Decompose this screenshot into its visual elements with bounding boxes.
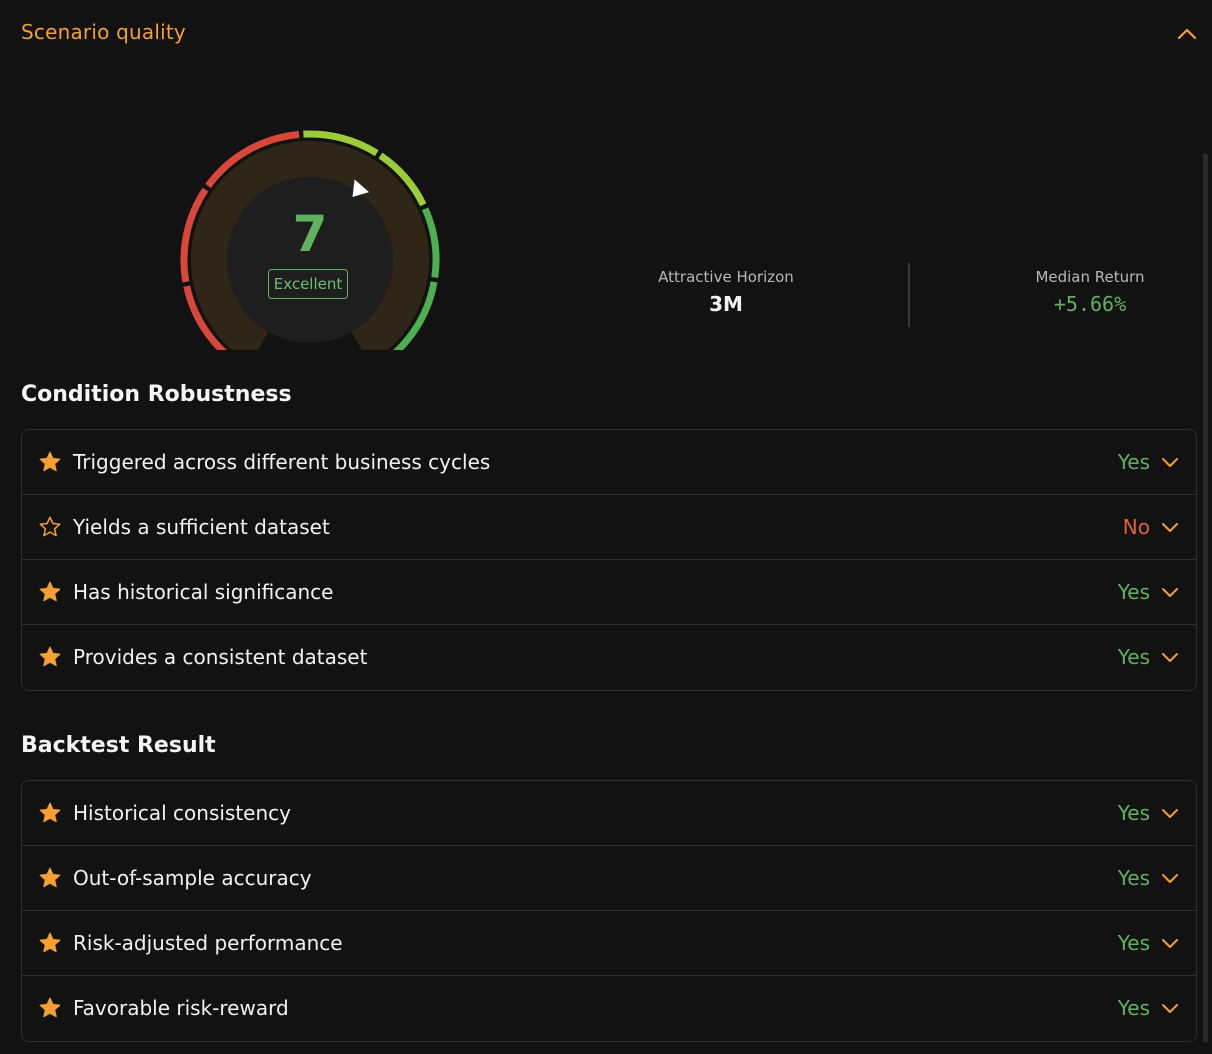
item-answer: Yes xyxy=(1117,931,1150,955)
stat-label: Median Return xyxy=(1035,268,1145,286)
section-title: Scenario quality xyxy=(21,20,186,44)
star-filled-icon xyxy=(38,996,62,1020)
chevron-down-icon[interactable] xyxy=(1160,803,1180,823)
star-filled-icon xyxy=(38,580,62,604)
item-label: Historical consistency xyxy=(73,801,291,825)
item-answer: No xyxy=(1122,515,1150,539)
divider xyxy=(908,263,910,327)
condition-robustness-title: Condition Robustness xyxy=(21,382,292,407)
chevron-up-icon xyxy=(1177,28,1197,40)
list-item[interactable]: Triggered across different business cycl… xyxy=(22,430,1196,495)
item-answer: Yes xyxy=(1117,801,1150,825)
stat-attractive-horizon: Attractive Horizon 3M xyxy=(626,268,826,316)
item-answer: Yes xyxy=(1117,580,1150,604)
gauge-score: 7 xyxy=(292,205,328,263)
star-outline-icon xyxy=(38,515,62,539)
section-header: Scenario quality xyxy=(0,0,1212,68)
item-label: Triggered across different business cycl… xyxy=(73,450,491,474)
chevron-down-icon[interactable] xyxy=(1160,517,1180,537)
scrollbar[interactable] xyxy=(1203,153,1208,1043)
stat-value: +5.66% xyxy=(1053,292,1127,316)
item-answer: Yes xyxy=(1117,450,1150,474)
backtest-result-list: Historical consistency Yes Out-of-sample a… xyxy=(21,780,1197,1042)
item-label: Provides a consistent dataset xyxy=(73,645,368,669)
chevron-down-icon[interactable] xyxy=(1160,868,1180,888)
item-label: Risk-adjusted performance xyxy=(73,931,343,955)
star-filled-icon xyxy=(38,931,62,955)
quality-gauge: 7 Excellent xyxy=(160,110,460,373)
item-answer: Yes xyxy=(1117,645,1150,669)
chevron-down-icon[interactable] xyxy=(1160,647,1180,667)
collapse-button[interactable] xyxy=(1172,22,1202,46)
list-item[interactable]: Historical consistency Yes xyxy=(22,781,1196,846)
list-item[interactable]: Risk-adjusted performance Yes xyxy=(22,911,1196,976)
item-label: Has historical significance xyxy=(73,580,334,604)
star-filled-icon xyxy=(38,645,62,669)
rating-badge: Excellent xyxy=(268,269,348,299)
star-filled-icon xyxy=(38,450,62,474)
list-item[interactable]: Has historical significance Yes xyxy=(22,560,1196,625)
list-item[interactable]: Favorable risk-reward Yes xyxy=(22,976,1196,1041)
list-item[interactable]: Out-of-sample accuracy Yes xyxy=(22,846,1196,911)
star-filled-icon xyxy=(38,801,62,825)
item-answer: Yes xyxy=(1117,996,1150,1020)
backtest-result-title: Backtest Result xyxy=(21,733,216,758)
list-item[interactable]: Yields a sufficient dataset No xyxy=(22,495,1196,560)
item-answer: Yes xyxy=(1117,866,1150,890)
chevron-down-icon[interactable] xyxy=(1160,998,1180,1018)
item-label: Out-of-sample accuracy xyxy=(73,866,312,890)
star-filled-icon xyxy=(38,866,62,890)
chevron-down-icon[interactable] xyxy=(1160,582,1180,602)
condition-robustness-list: Triggered across different business cycl… xyxy=(21,429,1197,691)
chevron-down-icon[interactable] xyxy=(1160,933,1180,953)
stat-value: 3M xyxy=(709,292,743,316)
stat-median-return: Median Return +5.66% xyxy=(990,268,1190,316)
chevron-down-icon[interactable] xyxy=(1160,452,1180,472)
list-item[interactable]: Provides a consistent dataset Yes xyxy=(22,625,1196,690)
stat-label: Attractive Horizon xyxy=(658,268,794,286)
item-label: Favorable risk-reward xyxy=(73,996,289,1020)
item-label: Yields a sufficient dataset xyxy=(73,515,330,539)
